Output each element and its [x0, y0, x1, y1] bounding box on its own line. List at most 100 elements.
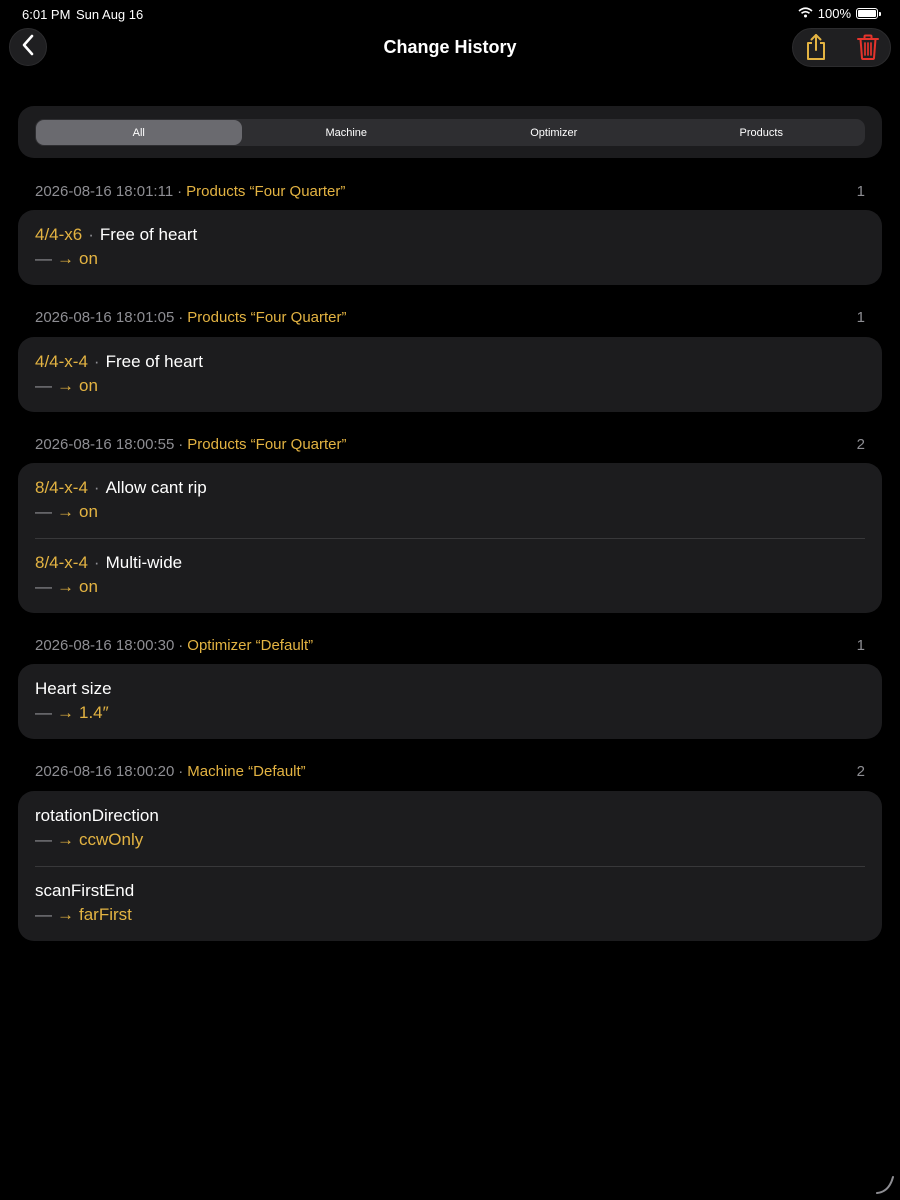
title-separator: · [93, 352, 100, 371]
group-count: 1 [856, 183, 865, 200]
filter-card: All Machine Optimizer Products [18, 106, 882, 158]
window-resize-handle-icon[interactable] [874, 1172, 896, 1196]
group-count: 1 [856, 309, 865, 326]
group-separator: · [178, 309, 184, 326]
change-card: 4/4-x6 · Free of heart — → on [18, 210, 882, 285]
group-target: Products “Four Quarter” [187, 309, 347, 326]
change-row[interactable]: 4/4-x-4 · Free of heart — → on [18, 337, 882, 412]
new-value: 1.4″ [79, 703, 109, 722]
field-name: Free of heart [105, 352, 203, 371]
change-row[interactable]: 4/4-x6 · Free of heart — → on [18, 210, 882, 285]
field-name: rotationDirection [35, 806, 159, 825]
trash-icon [856, 33, 880, 66]
old-value: — [35, 830, 52, 849]
change-row[interactable]: scanFirstEnd — → farFirst [18, 866, 882, 941]
group-count: 2 [856, 436, 865, 453]
change-card: 4/4-x-4 · Free of heart — → on [18, 337, 882, 412]
new-value: ccwOnly [79, 830, 144, 849]
change-row[interactable]: rotationDirection — → ccwOnly [18, 791, 882, 866]
change-row[interactable]: Heart size — → 1.4″ [18, 664, 882, 739]
delete-button[interactable] [853, 34, 883, 64]
product-size: 8/4-x-4 [35, 478, 88, 497]
field-name: Heart size [35, 679, 112, 698]
new-value: on [79, 376, 98, 395]
group-target: Optimizer “Default” [187, 637, 314, 654]
status-indicators: 100% [798, 6, 881, 21]
old-value: — [35, 376, 52, 395]
group-header: 2026-08-16 18:00:30 · Optimizer “Default” … [35, 635, 865, 657]
title-separator: · [88, 225, 94, 244]
arrow-right-icon: → [57, 703, 74, 722]
change-title: 8/4-x-4 · Multi-wide [35, 552, 182, 574]
arrow-right-icon: → [57, 376, 74, 395]
change-title: 8/4-x-4 · Allow cant rip [35, 477, 207, 499]
status-date: Sun Aug 16 [76, 7, 144, 22]
group-count: 2 [856, 763, 865, 780]
old-value: — [35, 905, 52, 924]
arrow-right-icon: → [57, 830, 74, 849]
group-header: 2026-08-16 18:00:55 · Products “Four Quart… [35, 434, 865, 456]
change-values: — → farFirst [35, 904, 132, 926]
title-separator: · [93, 478, 100, 497]
field-name: Multi-wide [105, 553, 183, 572]
group-header: 2026-08-16 18:00:20 · Machine “Default” 2 [35, 761, 865, 783]
change-values: — → on [35, 576, 98, 598]
change-title: 4/4-x-4 · Free of heart [35, 351, 203, 373]
new-value: on [79, 249, 98, 268]
change-row[interactable]: 8/4-x-4 · Multi-wide — → on [18, 538, 882, 613]
change-title: Heart size [35, 678, 112, 700]
change-values: — → on [35, 501, 98, 523]
segment-products[interactable]: Products [659, 120, 865, 145]
group-count: 1 [856, 637, 865, 654]
field-name: Allow cant rip [105, 478, 207, 497]
arrow-right-icon: → [57, 249, 74, 268]
wifi-icon [798, 6, 813, 21]
share-icon [804, 33, 828, 66]
new-value: on [79, 577, 98, 596]
change-title: rotationDirection [35, 805, 159, 827]
old-value: — [35, 703, 52, 722]
segment-machine[interactable]: Machine [244, 120, 450, 145]
new-value: on [79, 502, 98, 521]
old-value: — [35, 249, 52, 268]
title-separator: · [93, 553, 100, 572]
change-card: rotationDirection — → ccwOnly scanFirstEnd… [18, 791, 882, 941]
battery-percent: 100% [817, 6, 851, 21]
nav-actions [792, 28, 891, 67]
change-title: scanFirstEnd [35, 880, 134, 902]
field-name: Free of heart [99, 225, 198, 244]
segment-optimizer[interactable]: Optimizer [451, 120, 657, 145]
product-size: 4/4-x-4 [35, 352, 88, 371]
change-history-screen: 6:01 PM Sun Aug 16 100% Change History A… [0, 0, 900, 1200]
arrow-right-icon: → [57, 905, 74, 924]
change-card: Heart size — → 1.4″ [18, 664, 882, 739]
arrow-right-icon: → [57, 502, 74, 521]
product-size: 4/4-x6 [35, 225, 83, 244]
change-card: 8/4-x-4 · Allow cant rip — → on 8/4-x-4 · Mult… [18, 463, 882, 613]
segment-all[interactable]: All [36, 120, 242, 145]
share-button[interactable] [801, 33, 831, 66]
battery-icon [856, 8, 881, 19]
change-values: — → on [35, 375, 98, 397]
filter-segmented-control: All Machine Optimizer Products [35, 119, 865, 146]
group-timestamp: 2026-08-16 18:01:11 [35, 183, 174, 200]
change-row[interactable]: 8/4-x-4 · Allow cant rip — → on [18, 463, 882, 538]
group-timestamp: 2026-08-16 18:00:55 [35, 436, 175, 453]
group-separator: · [178, 637, 184, 654]
old-value: — [35, 502, 52, 521]
arrow-right-icon: → [57, 577, 74, 596]
group-separator: · [178, 763, 184, 780]
group-timestamp: 2026-08-16 18:01:05 [35, 309, 175, 326]
product-size: 8/4-x-4 [35, 553, 88, 572]
new-value: farFirst [79, 905, 132, 924]
status-bar: 6:01 PM Sun Aug 16 100% [0, 0, 900, 28]
group-separator: · [177, 183, 183, 200]
group-target: Products “Four Quarter” [186, 183, 346, 200]
group-header: 2026-08-16 18:01:05 · Products “Four Quart… [35, 307, 865, 329]
group-target: Machine “Default” [187, 763, 306, 780]
page-title: Change History [383, 37, 517, 57]
field-name: scanFirstEnd [35, 881, 135, 900]
change-values: — → 1.4″ [35, 702, 109, 724]
group-timestamp: 2026-08-16 18:00:30 [35, 637, 175, 654]
change-title: 4/4-x6 · Free of heart [35, 224, 197, 246]
